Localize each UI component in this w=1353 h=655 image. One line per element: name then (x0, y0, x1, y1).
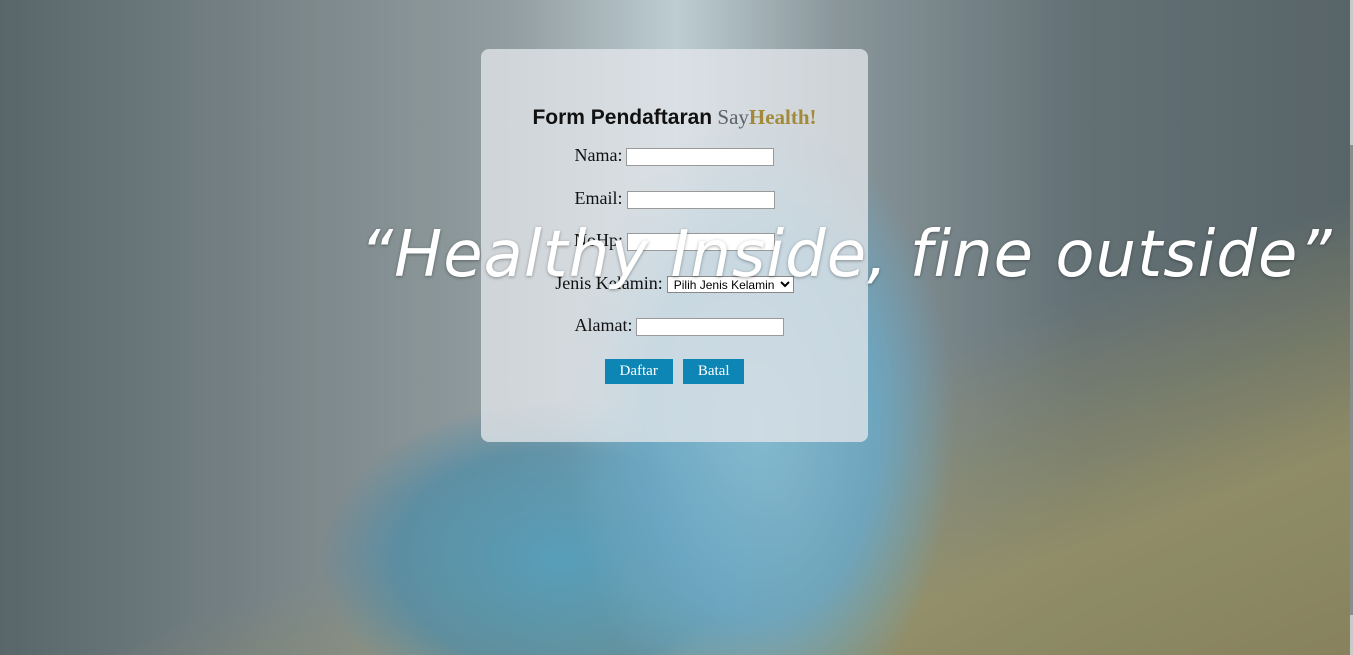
daftar-button[interactable]: Daftar (604, 359, 673, 384)
brand-say: Say (717, 105, 749, 129)
email-input[interactable] (626, 190, 775, 209)
tagline-text: “Healthy Inside, fine outside” (360, 218, 1333, 292)
email-row: Email: (481, 188, 868, 209)
nama-input[interactable] (626, 147, 775, 166)
alamat-input[interactable] (636, 317, 785, 336)
alamat-label: Alamat: (574, 315, 633, 335)
nama-row: Nama: (481, 145, 868, 166)
nama-label: Nama: (574, 145, 623, 165)
button-row: Daftar Batal (481, 359, 868, 384)
alamat-row: Alamat: (481, 315, 868, 336)
email-label: Email: (574, 188, 623, 208)
title-text: Form Pendaftaran (532, 106, 713, 129)
form-title: Form Pendaftaran SayHealth! (481, 104, 868, 131)
brand-health: Health! (748, 105, 817, 129)
batal-button[interactable]: Batal (682, 359, 745, 384)
